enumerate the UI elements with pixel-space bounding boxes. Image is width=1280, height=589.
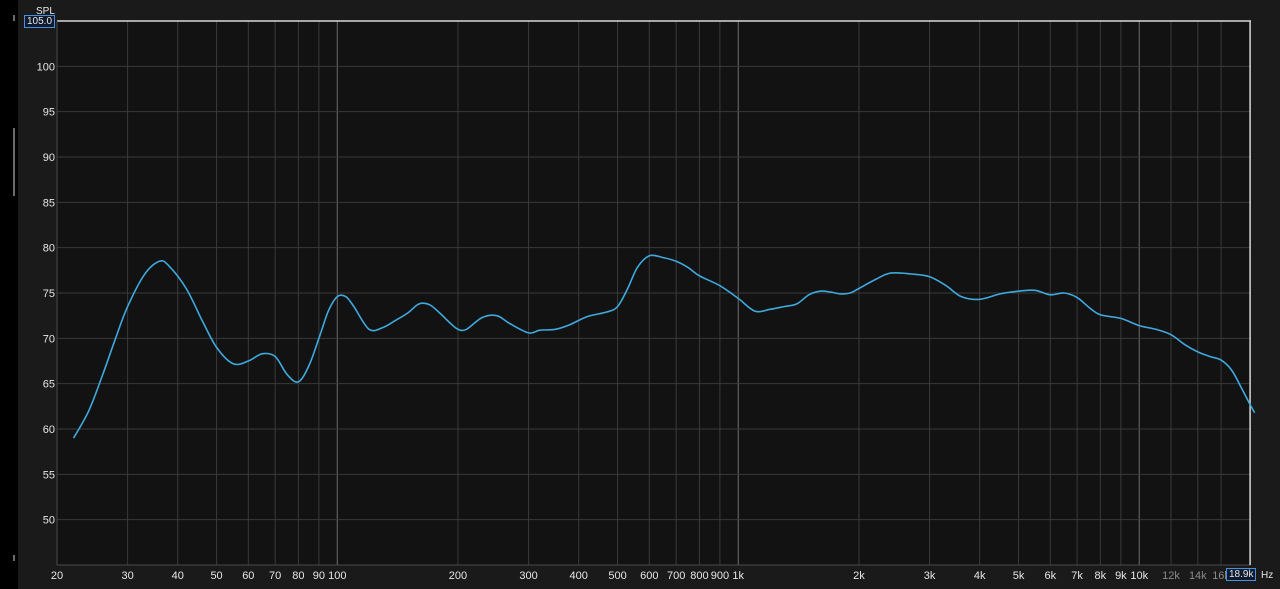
- y-tick-label: 95: [43, 107, 55, 119]
- x-tick-label: 700: [667, 570, 685, 582]
- y-tick-label: 80: [43, 243, 55, 255]
- x-tick-label: 100: [328, 570, 346, 582]
- x-tick-label: 2k: [853, 570, 865, 582]
- y-tick-label: 50: [43, 515, 55, 527]
- x-tick-label: 90: [313, 570, 325, 582]
- x-max-readout[interactable]: 18.9k: [1226, 568, 1257, 581]
- y-tick-label: 65: [43, 379, 55, 391]
- x-tick-label: 3k: [924, 570, 936, 582]
- left-edge-mark-top: [13, 15, 15, 21]
- y-tick-label: 60: [43, 424, 55, 436]
- left-edge-mark-bottom: [13, 555, 15, 561]
- vertical-scrollbar[interactable]: [13, 128, 15, 196]
- y-tick-label: 90: [43, 152, 55, 164]
- x-tick-label: 20: [51, 570, 63, 582]
- y-tick-label: 85: [43, 197, 55, 209]
- y-tick-label: 70: [43, 333, 55, 345]
- x-tick-label: 60: [242, 570, 254, 582]
- x-tick-label: 50: [210, 570, 222, 582]
- x-tick-label: 5k: [1013, 570, 1025, 582]
- x-tick-label: 12k: [1162, 570, 1180, 582]
- x-tick-label: 400: [570, 570, 588, 582]
- x-tick-label: 500: [608, 570, 626, 582]
- x-axis-label: Hz: [1261, 570, 1274, 581]
- x-tick-label: 40: [172, 570, 184, 582]
- x-tick-label: 10k: [1130, 570, 1148, 582]
- x-tick-label: 30: [121, 570, 133, 582]
- x-tick-label: 9k: [1115, 570, 1127, 582]
- x-tick-label: 900: [711, 570, 729, 582]
- frequency-response-chart: 20 30 40 50 60 70 80 90 100 200 300 400 500 600 700 800…: [37, 20, 1256, 582]
- y-tick-label: 55: [43, 469, 55, 481]
- y-axis-label: SPL: [36, 6, 55, 17]
- chart-panel: 20 30 40 50 60 70 80 90 100 200 300 400 500 600 700 800…: [18, 0, 1280, 589]
- x-tick-label: 800: [690, 570, 708, 582]
- x-tick-label: 14k: [1189, 570, 1207, 582]
- x-tick-label: 6k: [1044, 570, 1056, 582]
- x-tick-label: 70: [269, 570, 281, 582]
- x-tick-label: 4k: [974, 570, 986, 582]
- y-tick-label: 100: [37, 61, 55, 73]
- x-tick-label: 8k: [1095, 570, 1107, 582]
- y-tick-label: 75: [43, 288, 55, 300]
- x-tick-label: 1k: [732, 570, 744, 582]
- x-tick-label: 200: [449, 570, 467, 582]
- x-tick-label: 7k: [1071, 570, 1083, 582]
- x-tick-label: 300: [519, 570, 537, 582]
- x-tick-label: 600: [640, 570, 658, 582]
- x-tick-label: 80: [292, 570, 304, 582]
